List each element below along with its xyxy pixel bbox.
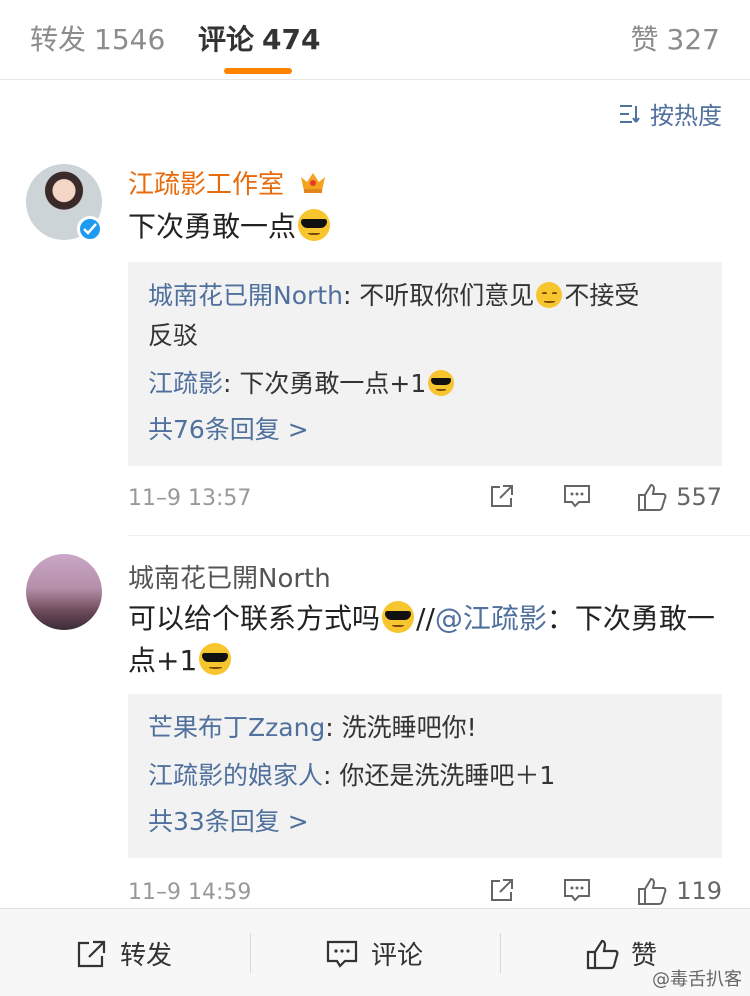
reply-item: 江疏影: 下次勇敢一点+1 [148, 364, 702, 404]
reply-button[interactable] [562, 482, 592, 510]
reply-text: : 你还是洗洗睡吧＋1 [323, 761, 556, 790]
commenter-name[interactable]: 江疏影工作室 [128, 164, 328, 201]
mention-link[interactable]: @江疏影 [435, 602, 547, 635]
tab-like[interactable]: 赞 327 [631, 18, 720, 58]
reply-author[interactable]: 芒果布丁Zzang [148, 713, 325, 742]
share-icon [491, 879, 513, 901]
tab-repost-count: 1546 [94, 23, 166, 56]
comment-icon [564, 879, 590, 902]
reply-text: : 不听取你们意见 [342, 281, 535, 310]
reply-box[interactable]: 芒果布丁Zzang: 洗洗睡吧你! 江疏影的娘家人: 你还是洗洗睡吧＋1 共33… [128, 694, 722, 858]
tab-bar: 转发 1546 评论 474 赞 327 [0, 0, 750, 80]
tab-like-label: 赞 [630, 23, 659, 56]
cool-emoji-icon [199, 643, 232, 675]
share-icon [491, 485, 513, 507]
divider [250, 933, 251, 973]
reply-box[interactable]: 城南花已開North: 不听取你们意见 不接受反驳 江疏影: 下次勇敢一点+1 共… [128, 262, 722, 466]
cool-emoji-icon [428, 370, 455, 396]
like-count: 557 [676, 483, 722, 511]
cool-emoji-icon [298, 209, 331, 241]
reply-button[interactable] [562, 876, 592, 904]
cool-emoji-icon [382, 601, 415, 633]
reply-text: : 下次勇敢一点+1 [223, 369, 427, 398]
tab-repost[interactable]: 转发 1546 [30, 18, 165, 58]
comment-text-content: 下次勇敢一点 [128, 210, 297, 243]
sort-label: 按热度 [650, 102, 722, 130]
commenter-name-text: 江疏影工作室 [128, 170, 285, 200]
divider [128, 535, 750, 536]
thumbs-up-icon [586, 939, 619, 969]
share-button[interactable] [488, 482, 516, 510]
reply-author[interactable]: 城南花已開North [148, 281, 343, 310]
smile-emoji-icon [536, 282, 563, 308]
bottom-repost-label: 转发 [120, 941, 173, 971]
sort-icon [620, 104, 640, 123]
bottom-action-bar: 转发 评论 赞 @毒舌扒客 [0, 908, 750, 996]
divider [500, 933, 501, 973]
more-replies-link[interactable]: 共76条回复 > [148, 410, 702, 450]
avatar[interactable] [26, 554, 102, 630]
comment-text: 下次勇敢一点 [128, 206, 722, 248]
like-button[interactable]: 119 [636, 876, 722, 906]
tab-comment-label: 评论 [198, 23, 255, 56]
comment-icon [564, 485, 590, 508]
reply-text-cont2: 反驳 [148, 321, 199, 350]
verified-badge-icon [77, 216, 103, 242]
active-tab-indicator [224, 68, 292, 74]
mention-prefix: // [416, 602, 435, 635]
comment-text-content: 可以给个联系方式吗 [128, 602, 381, 635]
commenter-name[interactable]: 城南花已開North [128, 558, 331, 595]
reply-text-cont: 不接受 [564, 281, 640, 310]
comment-time: 11–9 13:57 [128, 486, 252, 511]
thumbs-up-icon [638, 483, 667, 511]
tab-like-count: 327 [666, 23, 720, 56]
share-icon [77, 940, 106, 967]
tab-repost-label: 转发 [30, 23, 87, 56]
share-button[interactable] [488, 876, 516, 904]
bottom-repost-button[interactable]: 转发 [74, 935, 172, 972]
reply-item: 城南花已開North: 不听取你们意见 不接受反驳 [148, 276, 702, 356]
comment-icon [326, 940, 358, 968]
bottom-comment-label: 评论 [371, 941, 424, 971]
reply-item: 江疏影的娘家人: 你还是洗洗睡吧＋1 [148, 756, 702, 796]
comment-time: 11–9 14:59 [128, 880, 252, 905]
sort-button[interactable]: 按热度 [618, 96, 722, 131]
reply-item: 芒果布丁Zzang: 洗洗睡吧你! [148, 708, 702, 748]
reply-author[interactable]: 江疏影 [148, 369, 223, 398]
bottom-like-button[interactable]: 赞 [585, 935, 657, 972]
reply-text: : 洗洗睡吧你! [325, 713, 477, 742]
vip-crown-icon [301, 173, 326, 193]
watermark: @毒舌扒客 [652, 969, 742, 990]
comment-text: 可以给个联系方式吗//@江疏影：下次勇敢一点+1 [128, 598, 722, 682]
reply-author[interactable]: 江疏影的娘家人 [148, 761, 323, 790]
like-button[interactable]: 557 [636, 482, 722, 512]
thumbs-up-icon [638, 877, 667, 905]
like-count: 119 [676, 877, 722, 905]
tab-comment-count: 474 [262, 23, 321, 56]
comment-meta: 11–9 13:57 557 [128, 480, 722, 520]
more-replies-link[interactable]: 共33条回复 > [148, 802, 702, 842]
